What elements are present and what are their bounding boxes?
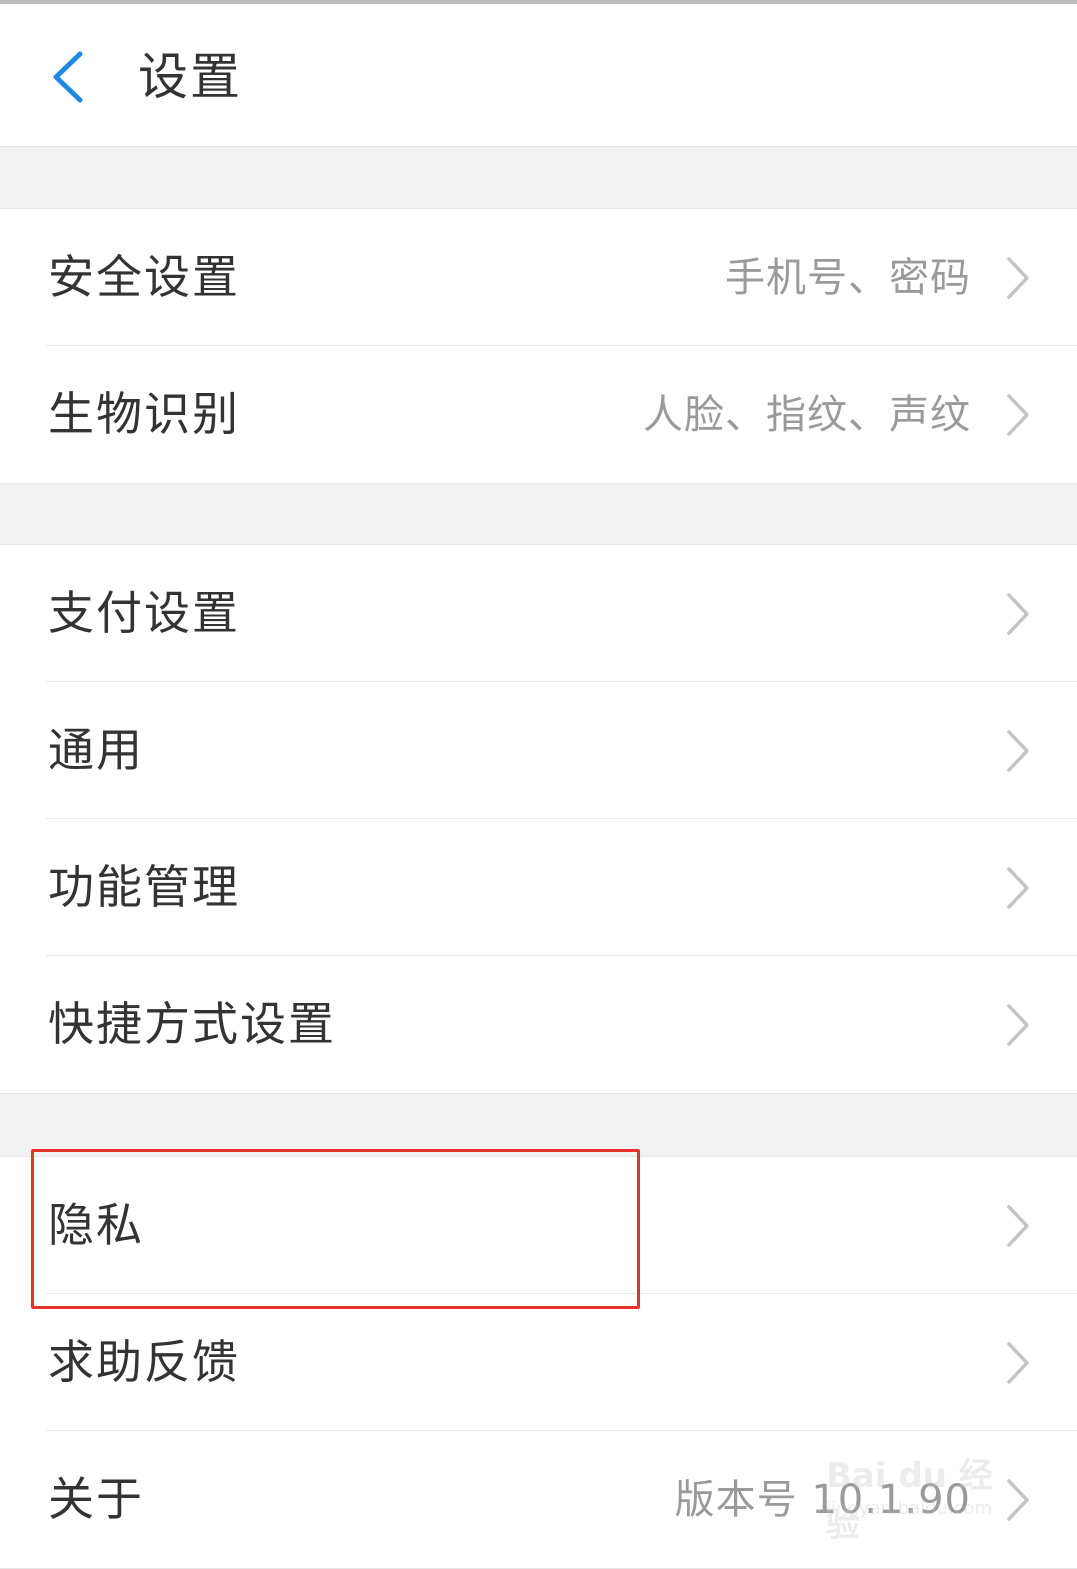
settings-item-payment[interactable]: 支付设置 bbox=[0, 545, 1077, 682]
chevron-right-icon bbox=[1007, 1342, 1029, 1384]
settings-item-privacy[interactable]: 隐私 bbox=[0, 1157, 1077, 1294]
chevron-right-icon bbox=[1007, 730, 1029, 772]
settings-item-label: 安全设置 bbox=[48, 250, 240, 304]
chevron-right-icon bbox=[1007, 1479, 1029, 1521]
settings-group-other: 隐私 求助反馈 关于 版本号 10.1.90 bbox=[0, 1156, 1077, 1569]
chevron-left-icon bbox=[53, 51, 83, 103]
settings-item-biometrics[interactable]: 生物识别 人脸、指纹、声纹 bbox=[0, 345, 1077, 483]
back-button[interactable] bbox=[40, 44, 100, 110]
settings-item-label: 隐私 bbox=[48, 1198, 144, 1252]
settings-item-label: 快捷方式设置 bbox=[48, 997, 336, 1051]
app-header: 设置 bbox=[0, 4, 1077, 147]
settings-item-shortcuts[interactable]: 快捷方式设置 bbox=[0, 955, 1077, 1093]
version-value: 版本号 10.1.90 bbox=[674, 1477, 971, 1523]
settings-item-value: 人脸、指纹、声纹 bbox=[643, 392, 971, 438]
chevron-right-icon bbox=[1007, 394, 1029, 436]
chevron-right-icon bbox=[1007, 593, 1029, 635]
settings-item-value: 手机号、密码 bbox=[725, 255, 971, 301]
settings-item-label: 功能管理 bbox=[48, 860, 240, 914]
settings-item-security[interactable]: 安全设置 手机号、密码 bbox=[0, 209, 1077, 346]
settings-item-about[interactable]: 关于 版本号 10.1.90 bbox=[0, 1430, 1077, 1568]
settings-item-label: 支付设置 bbox=[48, 586, 240, 640]
chevron-right-icon bbox=[1007, 257, 1029, 299]
chevron-right-icon bbox=[1007, 867, 1029, 909]
settings-item-label: 通用 bbox=[48, 723, 144, 777]
chevron-right-icon bbox=[1007, 1205, 1029, 1247]
settings-group-account: 安全设置 手机号、密码 生物识别 人脸、指纹、声纹 bbox=[0, 208, 1077, 484]
settings-item-help-feedback[interactable]: 求助反馈 bbox=[0, 1293, 1077, 1431]
settings-item-label: 关于 bbox=[48, 1472, 144, 1526]
settings-item-label: 求助反馈 bbox=[48, 1335, 240, 1389]
chevron-right-icon bbox=[1007, 1004, 1029, 1046]
settings-item-general[interactable]: 通用 bbox=[0, 681, 1077, 819]
settings-item-features[interactable]: 功能管理 bbox=[0, 818, 1077, 956]
page-title: 设置 bbox=[138, 48, 242, 106]
settings-group-general: 支付设置 通用 功能管理 快捷方式设置 bbox=[0, 544, 1077, 1094]
settings-item-label: 生物识别 bbox=[48, 387, 240, 441]
